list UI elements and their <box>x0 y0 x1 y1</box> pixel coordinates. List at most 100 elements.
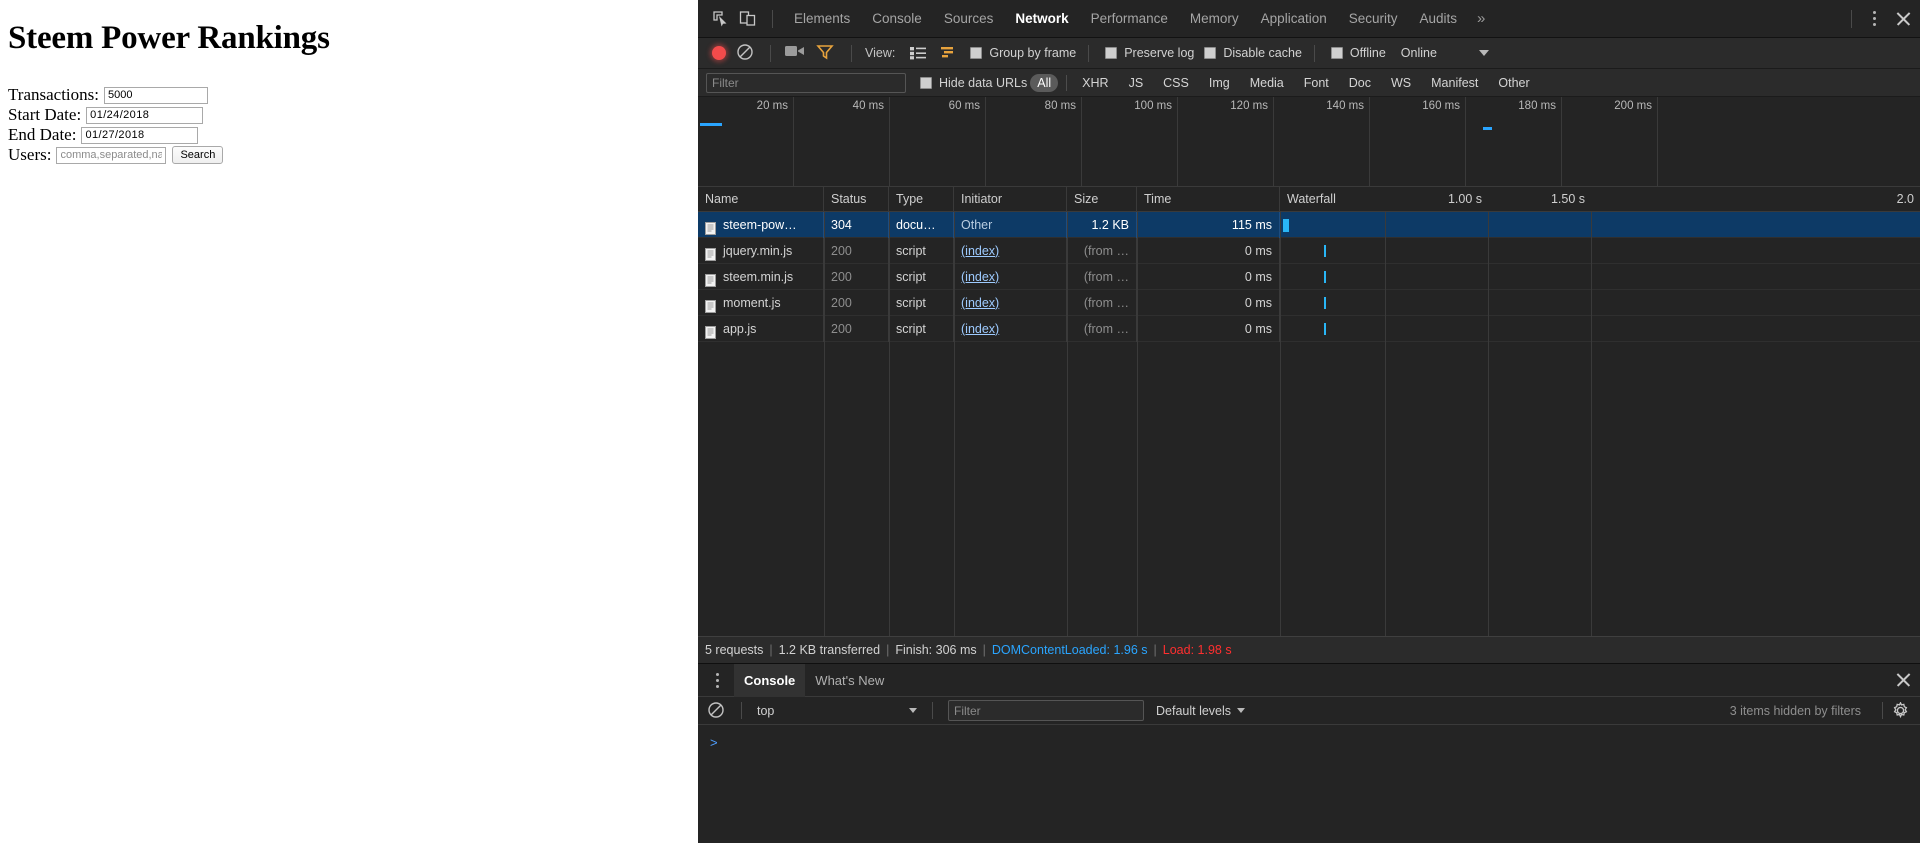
drawer-close-icon[interactable] <box>1886 665 1920 695</box>
drawer-more-options-icon[interactable] <box>706 666 728 694</box>
overview-request-bar <box>1483 127 1492 130</box>
row-name-cell: steem-pow… <box>698 212 824 238</box>
tab-application[interactable]: Application <box>1250 0 1338 38</box>
more-tabs-icon[interactable]: » <box>1468 0 1494 38</box>
row-waterfall-cell <box>1280 238 1920 264</box>
row-time-cell: 0 ms <box>1137 289 1280 316</box>
summary-separator: | <box>982 643 986 657</box>
column-header-initiator[interactable]: Initiator <box>954 186 1067 212</box>
initiator-link[interactable]: (index) <box>961 270 999 284</box>
group-by-frame-checkbox[interactable]: Group by frame <box>970 46 1076 60</box>
column-header-time[interactable]: Time <box>1137 186 1280 212</box>
console-levels-selector[interactable]: Default levels <box>1156 703 1246 718</box>
summary-finish: Finish: 306 ms <box>895 643 977 657</box>
start-date-label: Start Date: <box>8 105 82 124</box>
tab-memory[interactable]: Memory <box>1179 0 1250 38</box>
initiator-link[interactable]: (index) <box>961 244 999 258</box>
tab-console[interactable]: Console <box>861 0 933 38</box>
toolbar-divider <box>770 44 771 62</box>
summary-dom-content-loaded: DOMContentLoaded: 1.96 s <box>991 643 1148 657</box>
initiator-link[interactable]: (index) <box>961 296 999 310</box>
devtools-tabbar: Elements Console Sources Network Perform… <box>698 0 1920 38</box>
table-row[interactable]: app.js 200 script (index) (from … 0 ms <box>698 315 1920 342</box>
throttling-value[interactable]: Online <box>1401 46 1437 60</box>
more-options-icon[interactable] <box>1862 5 1886 33</box>
row-status-cell: 200 <box>824 289 889 316</box>
form-row-users: Users: Search <box>8 145 698 165</box>
chevron-down-icon[interactable] <box>1478 50 1489 56</box>
waterfall-view-icon[interactable] <box>936 43 960 63</box>
type-filter-ws[interactable]: WS <box>1384 74 1418 92</box>
console-levels-label: Default levels <box>1156 703 1232 718</box>
type-filter-css[interactable]: CSS <box>1156 74 1196 92</box>
overview-tick-label: 20 ms <box>756 100 788 112</box>
column-header-type[interactable]: Type <box>889 186 954 212</box>
capture-screenshots-icon[interactable] <box>784 43 808 63</box>
column-header-status[interactable]: Status <box>824 186 889 212</box>
drawer-tab-whats-new[interactable]: What's New <box>805 664 894 697</box>
type-filter-all[interactable]: All <box>1030 73 1059 92</box>
type-filter-media[interactable]: Media <box>1243 74 1291 92</box>
console-output-area[interactable]: > <box>698 725 1920 843</box>
row-initiator-cell: (index) <box>954 263 1067 290</box>
type-filter-xhr[interactable]: XHR <box>1075 74 1115 92</box>
network-filter-input[interactable] <box>706 72 906 93</box>
type-filter-other[interactable]: Other <box>1491 74 1536 92</box>
tabbar-right-divider <box>1851 9 1852 28</box>
tab-security[interactable]: Security <box>1338 0 1409 38</box>
start-date-input[interactable] <box>86 106 204 124</box>
tab-elements[interactable]: Elements <box>783 0 861 38</box>
toolbar-divider <box>772 9 773 28</box>
network-overview-timeline[interactable]: 20 ms 40 ms 60 ms 80 ms 100 ms 120 ms 14… <box>698 97 1920 187</box>
toolbar-divider <box>1882 702 1883 719</box>
record-icon[interactable] <box>712 46 726 60</box>
waterfall-tick-1: 1.00 s <box>1447 191 1482 206</box>
filter-icon[interactable] <box>816 43 838 63</box>
console-filter-input[interactable] <box>948 700 1144 721</box>
list-view-icon[interactable] <box>906 43 930 63</box>
overview-tick: 120 ms <box>1178 97 1274 186</box>
end-date-input[interactable] <box>81 126 199 144</box>
row-name-text: steem.min.js <box>723 269 794 284</box>
row-size-cell: (from … <box>1067 237 1137 264</box>
initiator-link[interactable]: (index) <box>961 322 999 336</box>
table-row[interactable]: steem-pow… 304 docu… Other 1.2 KB 115 ms <box>698 212 1920 238</box>
tab-network[interactable]: Network <box>1004 0 1079 38</box>
disable-cache-checkbox[interactable]: Disable cache <box>1204 46 1302 60</box>
waterfall-tick-2: 1.50 s <box>1550 191 1585 206</box>
device-toolbar-icon[interactable] <box>734 6 762 32</box>
drawer-tabbar: Console What's New <box>698 663 1920 697</box>
tab-performance[interactable]: Performance <box>1080 0 1179 38</box>
hide-data-urls-checkbox[interactable]: Hide data URLs <box>920 76 1027 90</box>
column-header-waterfall[interactable]: Waterfall <box>1280 187 1385 212</box>
table-row[interactable]: jquery.min.js 200 script (index) (from …… <box>698 237 1920 264</box>
transactions-input[interactable] <box>104 86 208 104</box>
overview-tick-label: 100 ms <box>1134 100 1172 112</box>
close-icon[interactable] <box>1886 4 1920 34</box>
type-filter-js[interactable]: JS <box>1122 74 1151 92</box>
column-header-name[interactable]: Name <box>698 186 824 212</box>
type-filter-manifest[interactable]: Manifest <box>1424 74 1485 92</box>
offline-checkbox[interactable]: Offline <box>1330 46 1386 60</box>
preserve-log-checkbox[interactable]: Preserve log <box>1105 46 1194 60</box>
column-header-size[interactable]: Size <box>1067 186 1137 212</box>
table-row[interactable]: moment.js 200 script (index) (from … 0 m… <box>698 289 1920 316</box>
clear-console-icon[interactable] <box>706 700 728 722</box>
type-filter-font[interactable]: Font <box>1297 74 1336 92</box>
clear-icon[interactable] <box>735 42 757 64</box>
toolbar-divider <box>1313 44 1315 62</box>
settings-icon[interactable] <box>1892 700 1910 720</box>
tab-audits[interactable]: Audits <box>1409 0 1469 38</box>
tab-sources[interactable]: Sources <box>933 0 1005 38</box>
overview-tick-label: 180 ms <box>1518 100 1556 112</box>
table-row[interactable]: steem.min.js 200 script (index) (from … … <box>698 263 1920 290</box>
search-form: Transactions: Start Date: End Date: User… <box>8 85 698 165</box>
users-input[interactable] <box>56 146 167 164</box>
search-button[interactable]: Search <box>172 146 224 164</box>
row-name-cell: steem.min.js <box>698 263 824 290</box>
drawer-tab-console[interactable]: Console <box>734 663 806 697</box>
type-filter-img[interactable]: Img <box>1202 74 1237 92</box>
console-context-selector[interactable]: top <box>751 700 923 721</box>
type-filter-doc[interactable]: Doc <box>1342 74 1378 92</box>
inspect-element-icon[interactable] <box>706 6 734 32</box>
